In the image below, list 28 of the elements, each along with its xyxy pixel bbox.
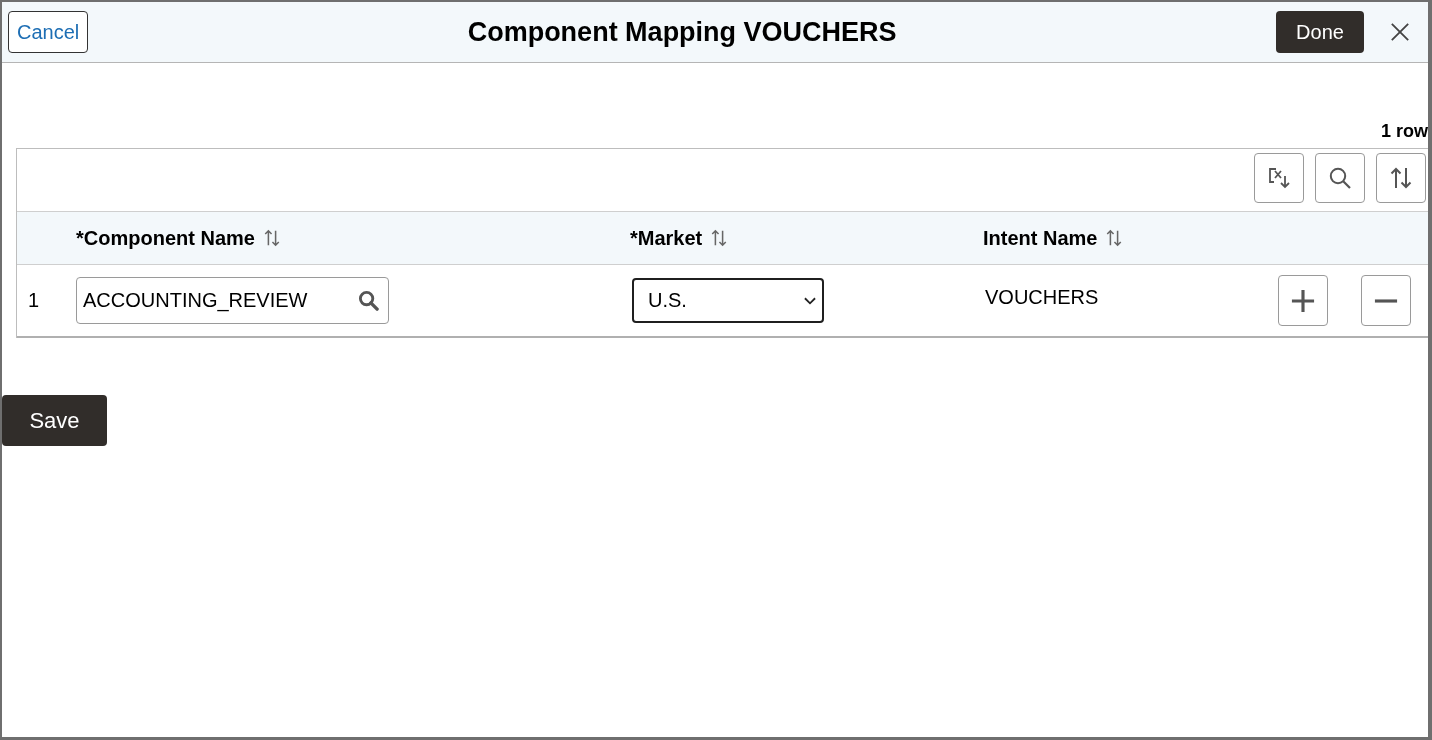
search-button[interactable]	[1315, 153, 1365, 203]
done-button[interactable]: Done	[1276, 11, 1364, 53]
sort-icon	[1390, 167, 1412, 189]
component-name-field[interactable]: ACCOUNTING_REVIEW	[76, 277, 389, 324]
save-button[interactable]: Save	[2, 395, 107, 446]
column-header[interactable]: *Component Name	[76, 226, 255, 250]
column-header[interactable]: *Market	[630, 226, 703, 250]
market-dropdown[interactable]: U.S.	[632, 278, 824, 323]
intent-name: VOUCHERS	[985, 286, 1099, 309]
sort-icon[interactable]	[710, 229, 729, 247]
export-button[interactable]	[1254, 153, 1304, 203]
search-icon[interactable]	[358, 290, 379, 311]
delete-row-button[interactable]	[1361, 275, 1411, 326]
spreadsheet-download-icon	[1268, 167, 1290, 189]
column-header[interactable]: Intent Name	[983, 226, 1098, 250]
sort-button[interactable]	[1376, 153, 1426, 203]
cancel-button[interactable]: Cancel	[8, 11, 89, 53]
dialog-title: Component Mapping VOUCHERS	[466, 16, 898, 48]
sort-icon[interactable]	[1105, 229, 1124, 247]
row-number: 1	[28, 289, 40, 312]
chevron-down-icon	[804, 296, 816, 305]
add-row-button[interactable]	[1278, 275, 1328, 326]
row-count: 1 row	[1381, 120, 1428, 143]
search-icon	[1329, 167, 1351, 189]
plus-icon	[1291, 288, 1315, 313]
minus-icon	[1374, 298, 1398, 303]
close-icon[interactable]	[1390, 22, 1410, 42]
sort-icon[interactable]	[262, 229, 281, 247]
